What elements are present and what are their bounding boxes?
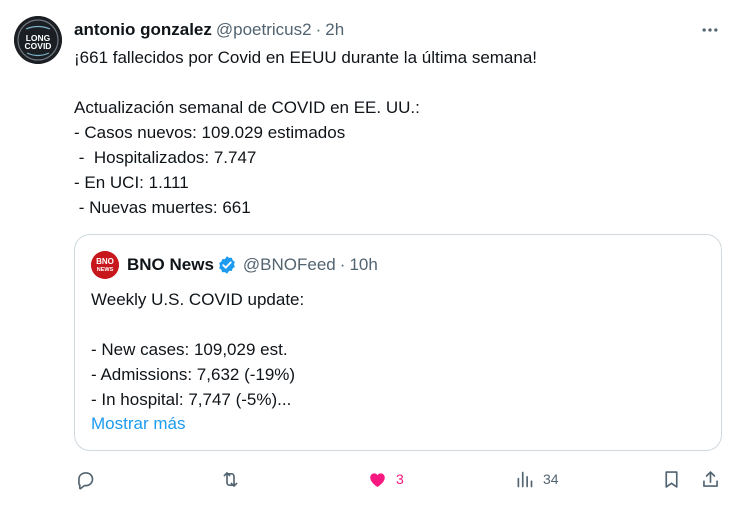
reply-button[interactable] (75, 462, 96, 496)
share-icon (703, 470, 718, 487)
quoted-avatar-text-bottom: NEWS (97, 267, 114, 273)
quoted-separator-dot: · (339, 255, 346, 274)
quoted-avatar-text-top: BNO (96, 257, 114, 266)
views-button[interactable]: 34 (514, 462, 559, 496)
quoted-avatar[interactable]: BNO NEWS (91, 251, 119, 279)
quoted-tweet-time[interactable]: 10h (349, 255, 377, 275)
quoted-tweet-header: BNO NEWS BNO News @BNOFeed · 10h (91, 251, 378, 279)
reply-icon (78, 471, 94, 489)
bookmark-button[interactable] (661, 462, 682, 496)
show-more-link[interactable]: Mostrar más (91, 411, 185, 436)
author-name[interactable]: antonio gonzalez (74, 20, 212, 40)
quoted-author-name[interactable]: BNO News (127, 255, 214, 275)
avatar-text-bottom: COVID (25, 41, 52, 51)
quoted-tweet[interactable]: BNO NEWS BNO News @BNOFeed · 10h Weekly … (74, 234, 722, 451)
retweet-icon (223, 471, 238, 487)
retweet-button[interactable] (220, 462, 241, 496)
like-button[interactable]: 3 (367, 462, 404, 496)
like-count: 3 (396, 471, 404, 487)
tweet-text: ¡661 fallecidos por Covid en EEUU durant… (74, 48, 538, 217)
quoted-author-handle[interactable]: @BNOFeed (243, 255, 336, 275)
share-button[interactable] (700, 462, 721, 496)
views-count: 34 (543, 471, 559, 487)
heart-icon (370, 472, 385, 487)
views-icon (517, 471, 533, 487)
quoted-tweet-text: Weekly U.S. COVID update: - New cases: 1… (91, 290, 305, 409)
tweet-header: antonio gonzalez @poetricus2 · 2h (74, 18, 344, 42)
separator-dot: · (315, 20, 322, 39)
author-handle[interactable]: @poetricus2 (216, 20, 312, 40)
more-icon (702, 28, 718, 32)
avatar[interactable]: LONG COVID (14, 16, 62, 64)
bookmark-icon (665, 470, 678, 488)
verified-icon (217, 255, 237, 275)
tweet-time[interactable]: 2h (325, 20, 344, 40)
more-button[interactable] (696, 16, 724, 44)
tweet[interactable]: LONG COVID antonio gonzalez @poetricus2 … (0, 0, 736, 506)
action-bar: 3 34 (0, 462, 736, 496)
